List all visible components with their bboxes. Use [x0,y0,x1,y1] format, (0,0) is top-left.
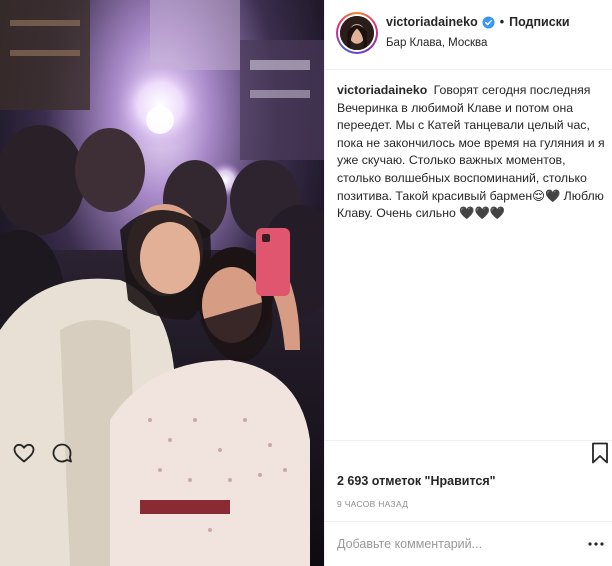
header-line: victoriadaineko • Подписки [386,15,570,29]
ellipsis-icon[interactable] [587,537,605,551]
location-link[interactable]: Бар Клава, Москва [386,37,487,49]
post-header: victoriadaineko • Подписки Бар Клава, Мо… [325,0,612,70]
comment-bubble-icon[interactable] [50,441,74,465]
separator-dot: • [499,15,505,29]
post-timestamp[interactable]: 9 ЧАСОВ НАЗАД [337,499,408,509]
post-photo[interactable] [0,0,324,566]
avatar[interactable] [336,12,378,54]
heart-icon[interactable] [12,441,36,465]
comment-bar [325,521,612,566]
verified-badge-icon [482,15,495,29]
caption-username-link[interactable]: victoriadaineko [337,83,427,97]
post-details-panel: victoriadaineko • Подписки Бар Клава, Мо… [13,0,612,566]
action-bar [13,440,612,470]
comment-input[interactable] [337,532,567,556]
caption-text: Говорят сегодня последняя Вечеринка в лю… [337,83,605,221]
post-caption: victoriadaineko Говорят сегодня последня… [337,82,607,223]
follow-button[interactable]: Подписки [509,15,570,29]
avatar-image [340,16,374,50]
likes-count[interactable]: 2 693 отметок "Нравится" [337,474,496,488]
bookmark-icon[interactable] [588,441,612,465]
club-selfie-image [0,0,324,566]
username-link[interactable]: victoriadaineko [386,15,478,29]
